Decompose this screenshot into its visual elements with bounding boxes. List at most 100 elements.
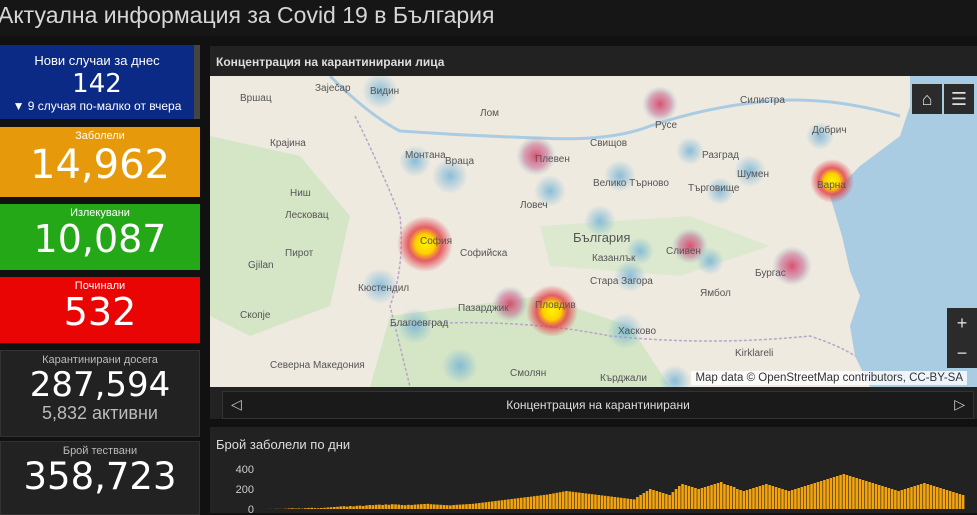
bar[interactable] [597, 495, 600, 509]
bar[interactable] [888, 488, 891, 509]
bar[interactable] [688, 486, 691, 509]
bar[interactable] [801, 487, 804, 509]
bar[interactable] [307, 508, 310, 509]
bar[interactable] [646, 491, 649, 509]
bar[interactable] [910, 487, 913, 509]
bar[interactable] [626, 499, 629, 509]
bar[interactable] [920, 484, 923, 509]
bar[interactable] [830, 478, 833, 509]
bar[interactable] [368, 505, 371, 509]
bar[interactable] [523, 497, 526, 509]
bar[interactable] [472, 504, 475, 509]
bar[interactable] [604, 496, 607, 509]
bar[interactable] [578, 493, 581, 509]
bar[interactable] [697, 489, 700, 509]
legend-button[interactable]: ☰ [944, 84, 974, 114]
bar[interactable] [788, 491, 791, 509]
bar[interactable] [572, 492, 575, 509]
bar[interactable] [326, 508, 329, 510]
bar[interactable] [378, 505, 381, 509]
bar[interactable] [543, 495, 546, 509]
bar[interactable] [643, 493, 646, 509]
bar[interactable] [459, 505, 462, 509]
bar[interactable] [455, 505, 458, 509]
bar[interactable] [772, 486, 775, 509]
bar[interactable] [426, 504, 429, 509]
bar[interactable] [949, 491, 952, 509]
bar[interactable] [817, 482, 820, 509]
bar[interactable] [607, 496, 610, 509]
bar[interactable] [485, 502, 488, 509]
bar[interactable] [765, 484, 768, 509]
bar[interactable] [468, 504, 471, 509]
bar[interactable] [478, 503, 481, 509]
bar[interactable] [959, 494, 962, 509]
bar[interactable] [823, 480, 826, 509]
bar[interactable] [881, 486, 884, 509]
bar[interactable] [746, 490, 749, 509]
bar[interactable] [723, 484, 726, 509]
bar[interactable] [339, 506, 342, 509]
bar[interactable] [439, 505, 442, 509]
bar[interactable] [952, 492, 955, 509]
bar[interactable] [388, 505, 391, 509]
bar[interactable] [762, 485, 765, 509]
bar[interactable] [633, 499, 636, 509]
bar[interactable] [907, 488, 910, 509]
bar[interactable] [913, 486, 916, 509]
bar[interactable] [443, 505, 446, 509]
bar[interactable] [904, 489, 907, 509]
bar[interactable] [855, 478, 858, 509]
bar[interactable] [781, 489, 784, 509]
bar[interactable] [565, 491, 568, 509]
bar[interactable] [726, 485, 729, 509]
bar[interactable] [530, 497, 533, 509]
bar[interactable] [336, 507, 339, 509]
bar[interactable] [362, 506, 365, 509]
bar[interactable] [436, 505, 439, 509]
bar[interactable] [359, 506, 362, 509]
bar[interactable] [784, 490, 787, 509]
bar[interactable] [555, 493, 558, 509]
bar[interactable] [707, 486, 710, 509]
bar[interactable] [462, 504, 465, 509]
bar[interactable] [401, 505, 404, 509]
bar[interactable] [323, 508, 326, 509]
bar[interactable] [475, 503, 478, 509]
bar[interactable] [665, 494, 668, 509]
bar[interactable] [614, 497, 617, 509]
bar[interactable] [662, 493, 665, 509]
bar[interactable] [320, 508, 323, 509]
bar[interactable] [962, 495, 965, 509]
bar[interactable] [601, 495, 604, 509]
bar[interactable] [559, 492, 562, 509]
bar[interactable] [414, 505, 417, 509]
bar[interactable] [372, 505, 375, 509]
bar[interactable] [742, 491, 745, 509]
bar[interactable] [768, 485, 771, 509]
bar[interactable] [385, 504, 388, 509]
bar[interactable] [394, 504, 397, 509]
bar[interactable] [720, 482, 723, 509]
bar[interactable] [655, 491, 658, 509]
bar[interactable] [852, 477, 855, 509]
bar[interactable] [839, 475, 842, 509]
bar[interactable] [804, 486, 807, 509]
bar[interactable] [288, 508, 291, 509]
bar[interactable] [759, 486, 762, 509]
zoom-out-button[interactable]: − [947, 338, 977, 368]
bar[interactable] [826, 479, 829, 509]
bar[interactable] [739, 490, 742, 509]
bar[interactable] [755, 487, 758, 509]
bar[interactable] [356, 506, 359, 509]
bar[interactable] [497, 501, 500, 509]
bar[interactable] [936, 487, 939, 509]
bar[interactable] [552, 493, 555, 509]
bar[interactable] [859, 479, 862, 509]
bar[interactable] [871, 483, 874, 509]
bar[interactable] [446, 505, 449, 509]
next-button[interactable]: ▷ [954, 396, 965, 413]
bar[interactable] [681, 484, 684, 509]
bar[interactable] [433, 504, 436, 509]
bar[interactable] [562, 492, 565, 509]
